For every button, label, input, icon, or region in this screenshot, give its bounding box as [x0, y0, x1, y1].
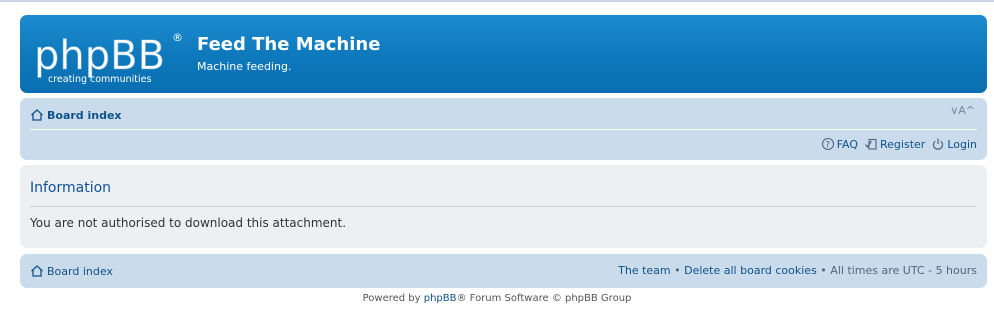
site-description: Machine feeding.: [197, 60, 292, 73]
home-icon: [31, 265, 43, 277]
faq-label[interactable]: FAQ: [837, 138, 858, 151]
copyright: Powered by phpBB® Forum Software © phpBB…: [0, 293, 994, 304]
power-icon: [933, 138, 944, 150]
site-title[interactable]: Feed The Machine: [197, 34, 380, 55]
team-link[interactable]: The team: [618, 264, 671, 277]
footer-links: The team • Delete all board cookies • Al…: [618, 264, 977, 277]
site-header: phpBB ® creating communities Feed The Ma…: [20, 15, 987, 93]
breadcrumb[interactable]: Board index: [30, 108, 122, 122]
login-label[interactable]: Login: [947, 138, 977, 151]
svg-text:?: ?: [825, 140, 830, 150]
info-panel: Information You are not authorised to do…: [20, 165, 987, 248]
phpbb-link[interactable]: phpBB: [424, 293, 457, 304]
font-resize-control[interactable]: ∨A^: [950, 104, 975, 117]
panel-message: You are not authorised to download this …: [30, 216, 347, 230]
logo-tagline: creating communities: [48, 74, 151, 85]
separator: •: [670, 264, 685, 277]
timezone-info: All times are UTC - 5 hours: [830, 264, 977, 277]
login-link[interactable]: Login: [931, 137, 977, 151]
register-icon: [865, 138, 877, 150]
register-link[interactable]: Register: [864, 137, 925, 151]
help-icon: ?: [821, 137, 834, 150]
top-border: [0, 0, 994, 2]
user-links: ? FAQ Register Login: [815, 137, 977, 151]
register-label[interactable]: Register: [880, 138, 925, 151]
logo-registered: ®: [172, 31, 183, 44]
breadcrumb-board-index[interactable]: Board index: [47, 109, 122, 122]
phpbb-logo[interactable]: phpBB ® creating communities: [32, 25, 192, 85]
delete-cookies-link[interactable]: Delete all board cookies: [684, 264, 817, 277]
logo-text: phpBB: [34, 33, 165, 79]
powered-by-prefix: Powered by: [362, 293, 424, 304]
navbar-bottom: Board index The team • Delete all board …: [20, 254, 987, 288]
breadcrumb-bottom[interactable]: Board index: [30, 264, 113, 278]
navbar-top: Board index ∨A^ ? FAQ Register Login: [20, 98, 987, 160]
panel-divider: [30, 206, 977, 207]
home-icon: [31, 109, 43, 121]
breadcrumb-board-index-bottom[interactable]: Board index: [47, 265, 113, 278]
faq-link[interactable]: ? FAQ: [821, 137, 858, 151]
separator: •: [816, 264, 831, 277]
powered-by-suffix: ® Forum Software © phpBB Group: [456, 293, 632, 304]
navbar-divider: [30, 129, 977, 130]
panel-title: Information: [30, 180, 112, 196]
